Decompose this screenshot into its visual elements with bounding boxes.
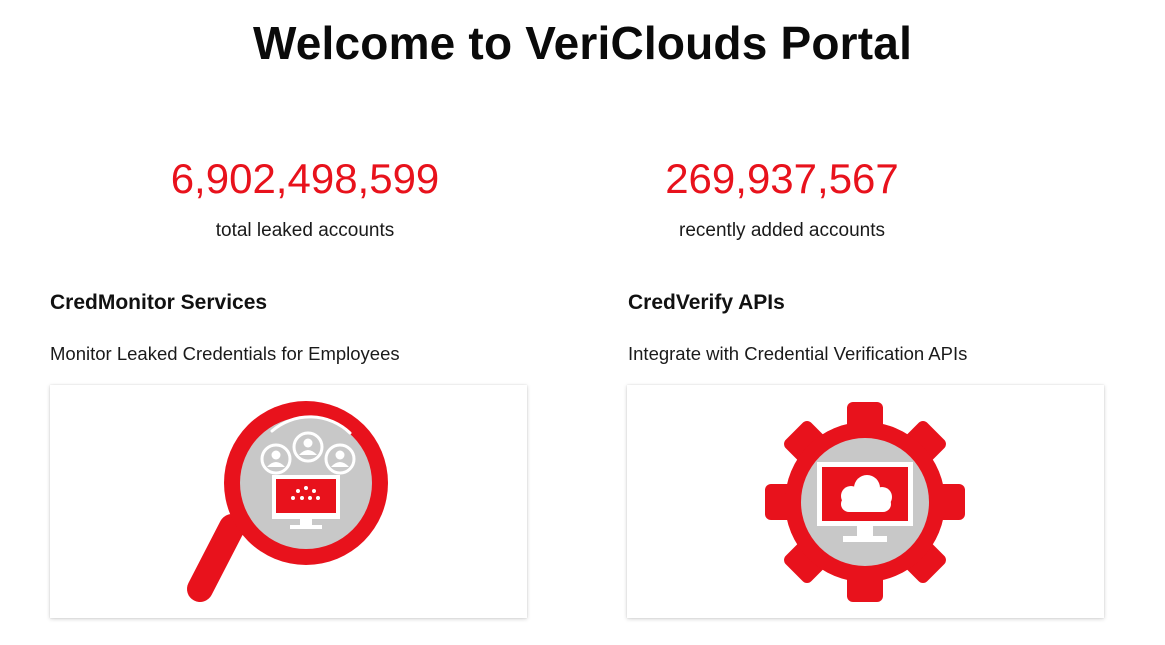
credverify-description: Integrate with Credential Verification A… xyxy=(628,343,968,364)
recently-added-label: recently added accounts xyxy=(679,220,885,241)
page-title: Welcome to VeriClouds Portal xyxy=(252,17,913,69)
credmonitor-title[interactable]: CredMonitor Services xyxy=(50,291,527,315)
recently-added-value: 269,937,567 xyxy=(665,155,899,202)
credmonitor-section: CredMonitor Services Monitor Leaked Cred… xyxy=(50,291,527,365)
credmonitor-description: Monitor Leaked Credentials for Employees xyxy=(50,343,400,364)
gear-monitor-cloud-icon xyxy=(765,402,965,602)
credverify-section: CredVerify APIs Integrate with Credentia… xyxy=(628,291,1105,365)
total-leaked-value: 6,902,498,599 xyxy=(170,155,440,202)
credmonitor-card[interactable] xyxy=(50,385,527,618)
magnifier-monitor-users-icon xyxy=(187,401,388,602)
credverify-card[interactable] xyxy=(627,385,1104,618)
total-leaked-label: total leaked accounts xyxy=(215,220,395,241)
recently-added-stat: 269,937,567 recently added accounts xyxy=(632,158,932,242)
credverify-title[interactable]: CredVerify APIs xyxy=(628,291,1105,315)
total-leaked-stat: 6,902,498,599 total leaked accounts xyxy=(150,158,460,242)
